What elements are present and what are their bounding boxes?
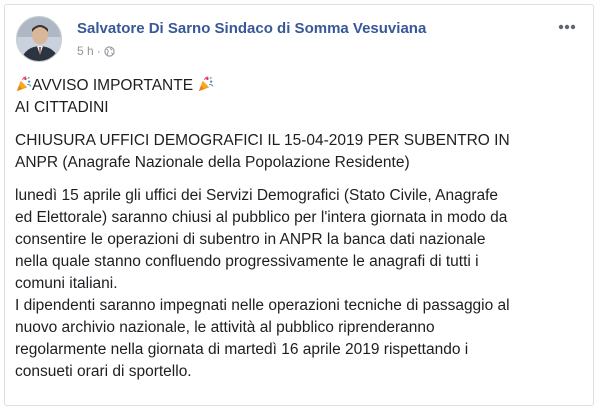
subject-paragraph: CHIUSURA UFFICI DEMOGRAFICI IL 15-04-201… <box>15 130 587 174</box>
subject-line: CHIUSURA UFFICI DEMOGRAFICI IL 15-04-201… <box>15 132 510 149</box>
audience-line: AI CITTADINI <box>15 99 109 116</box>
announcement-paragraph: lunedì 15 aprile gli uffici dei Servizi … <box>15 185 587 383</box>
body-line: regolarmente nella giornata di martedì 1… <box>15 341 469 358</box>
more-options-icon[interactable] <box>553 17 581 37</box>
body-line: nella quale stanno confluendo progressiv… <box>15 253 479 270</box>
globe-icon[interactable] <box>104 45 115 57</box>
avatar[interactable] <box>16 16 62 62</box>
subject-line: ANPR (Anagrafe Nazionale della Popolazio… <box>15 154 410 171</box>
profile-photo <box>17 17 61 61</box>
post-meta: 5 h · <box>77 44 115 58</box>
author-name-link[interactable]: Salvatore Di Sarno Sindaco di Somma Vesu… <box>77 20 426 37</box>
meta-separator: · <box>96 44 101 58</box>
body-line: consentire le operazioni di subentro in … <box>15 231 486 248</box>
party-popper-icon <box>199 76 214 92</box>
party-popper-icon <box>16 76 32 92</box>
post-text: AVVISO IMPORTANTE AI CITTADINI CHIUSURA … <box>15 75 587 383</box>
body-line: ed Elettorale) saranno chiusi al pubblic… <box>15 209 508 226</box>
headline-text: AVVISO IMPORTANTE <box>32 77 194 94</box>
post-card: Salvatore Di Sarno Sindaco di Somma Vesu… <box>4 4 594 406</box>
post-timestamp[interactable]: 5 h <box>77 44 94 58</box>
body-line: I dipendenti saranno impegnati nelle ope… <box>15 297 510 314</box>
body-line: nuovo archivio nazionale, le attività al… <box>15 319 435 336</box>
body-line: consueti orari di sportello. <box>15 363 192 380</box>
headline-line: AVVISO IMPORTANTE <box>15 75 587 97</box>
body-line: lunedì 15 aprile gli uffici dei Servizi … <box>15 187 499 204</box>
body-line: comuni italiani. <box>15 275 118 292</box>
